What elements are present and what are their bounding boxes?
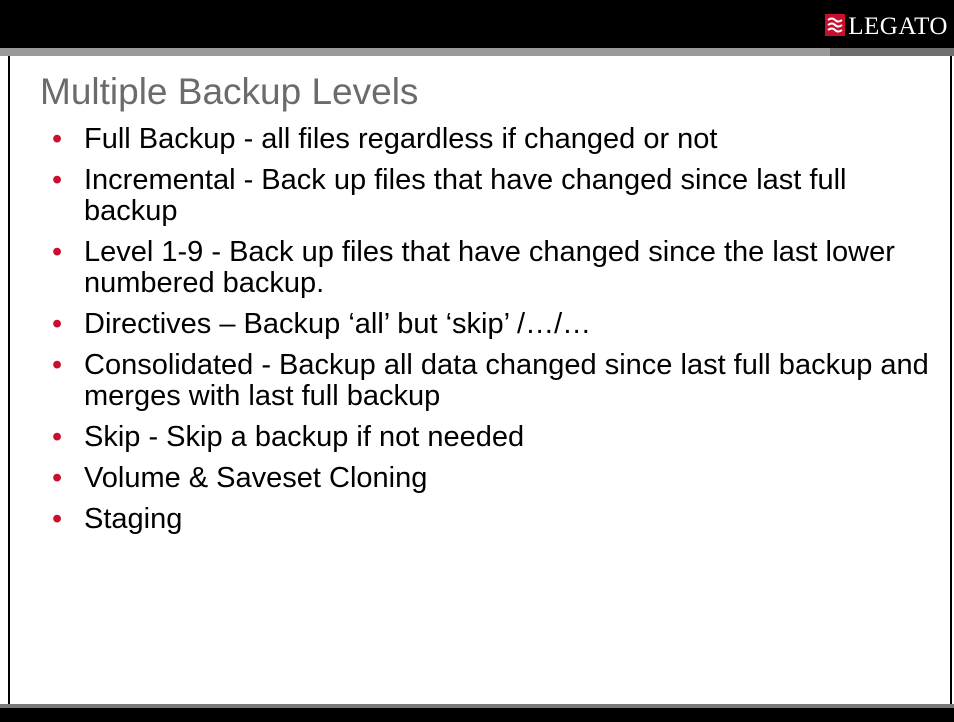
bullet-item: • Volume & Saveset Cloning	[52, 463, 932, 494]
legato-wave-icon	[825, 14, 846, 36]
bullet-item: • Consolidated - Backup all data changed…	[52, 350, 932, 412]
bullet-item: • Staging	[52, 504, 932, 535]
bullet-text: Skip - Skip a backup if not needed	[84, 421, 525, 453]
brand-logo: LEGATO	[825, 0, 954, 48]
bullet-dot-icon: •	[52, 421, 63, 453]
slide-title: Multiple Backup Levels	[40, 71, 419, 112]
bullet-text: Staging	[84, 503, 183, 535]
bullet-dot-icon: •	[52, 349, 63, 381]
bullet-list: • Full Backup - all files regardless if …	[52, 124, 932, 545]
brand-name: LEGATO	[848, 12, 948, 40]
bullet-text: Full Backup - all files regardless if ch…	[84, 123, 718, 155]
header-divider	[0, 48, 954, 56]
bullet-dot-icon: •	[52, 462, 63, 494]
footer-bar	[0, 704, 954, 722]
header-divider-tab	[830, 48, 954, 56]
bullet-text: Volume & Saveset Cloning	[84, 462, 428, 494]
header-bar: LEGATO	[0, 0, 954, 48]
footer-accent	[0, 704, 954, 708]
bullet-dot-icon: •	[52, 236, 63, 268]
bullet-item: • Level 1-9 - Back up files that have ch…	[52, 237, 932, 299]
bullet-dot-icon: •	[52, 164, 63, 196]
bullet-item: • Full Backup - all files regardless if …	[52, 124, 932, 155]
bullet-text: Incremental - Back up files that have ch…	[84, 164, 847, 227]
bullet-dot-icon: •	[52, 123, 63, 155]
bullet-text: Directives – Backup ‘all’ but ‘skip’ /…/…	[84, 308, 592, 340]
bullet-item: • Directives – Backup ‘all’ but ‘skip’ /…	[52, 309, 932, 340]
bullet-text: Level 1-9 - Back up files that have chan…	[84, 236, 895, 299]
bullet-item: • Incremental - Back up files that have …	[52, 165, 932, 227]
bullet-item: • Skip - Skip a backup if not needed	[52, 422, 932, 453]
bullet-text: Consolidated - Backup all data changed s…	[84, 349, 929, 412]
bullet-dot-icon: •	[52, 308, 63, 340]
bullet-dot-icon: •	[52, 503, 63, 535]
